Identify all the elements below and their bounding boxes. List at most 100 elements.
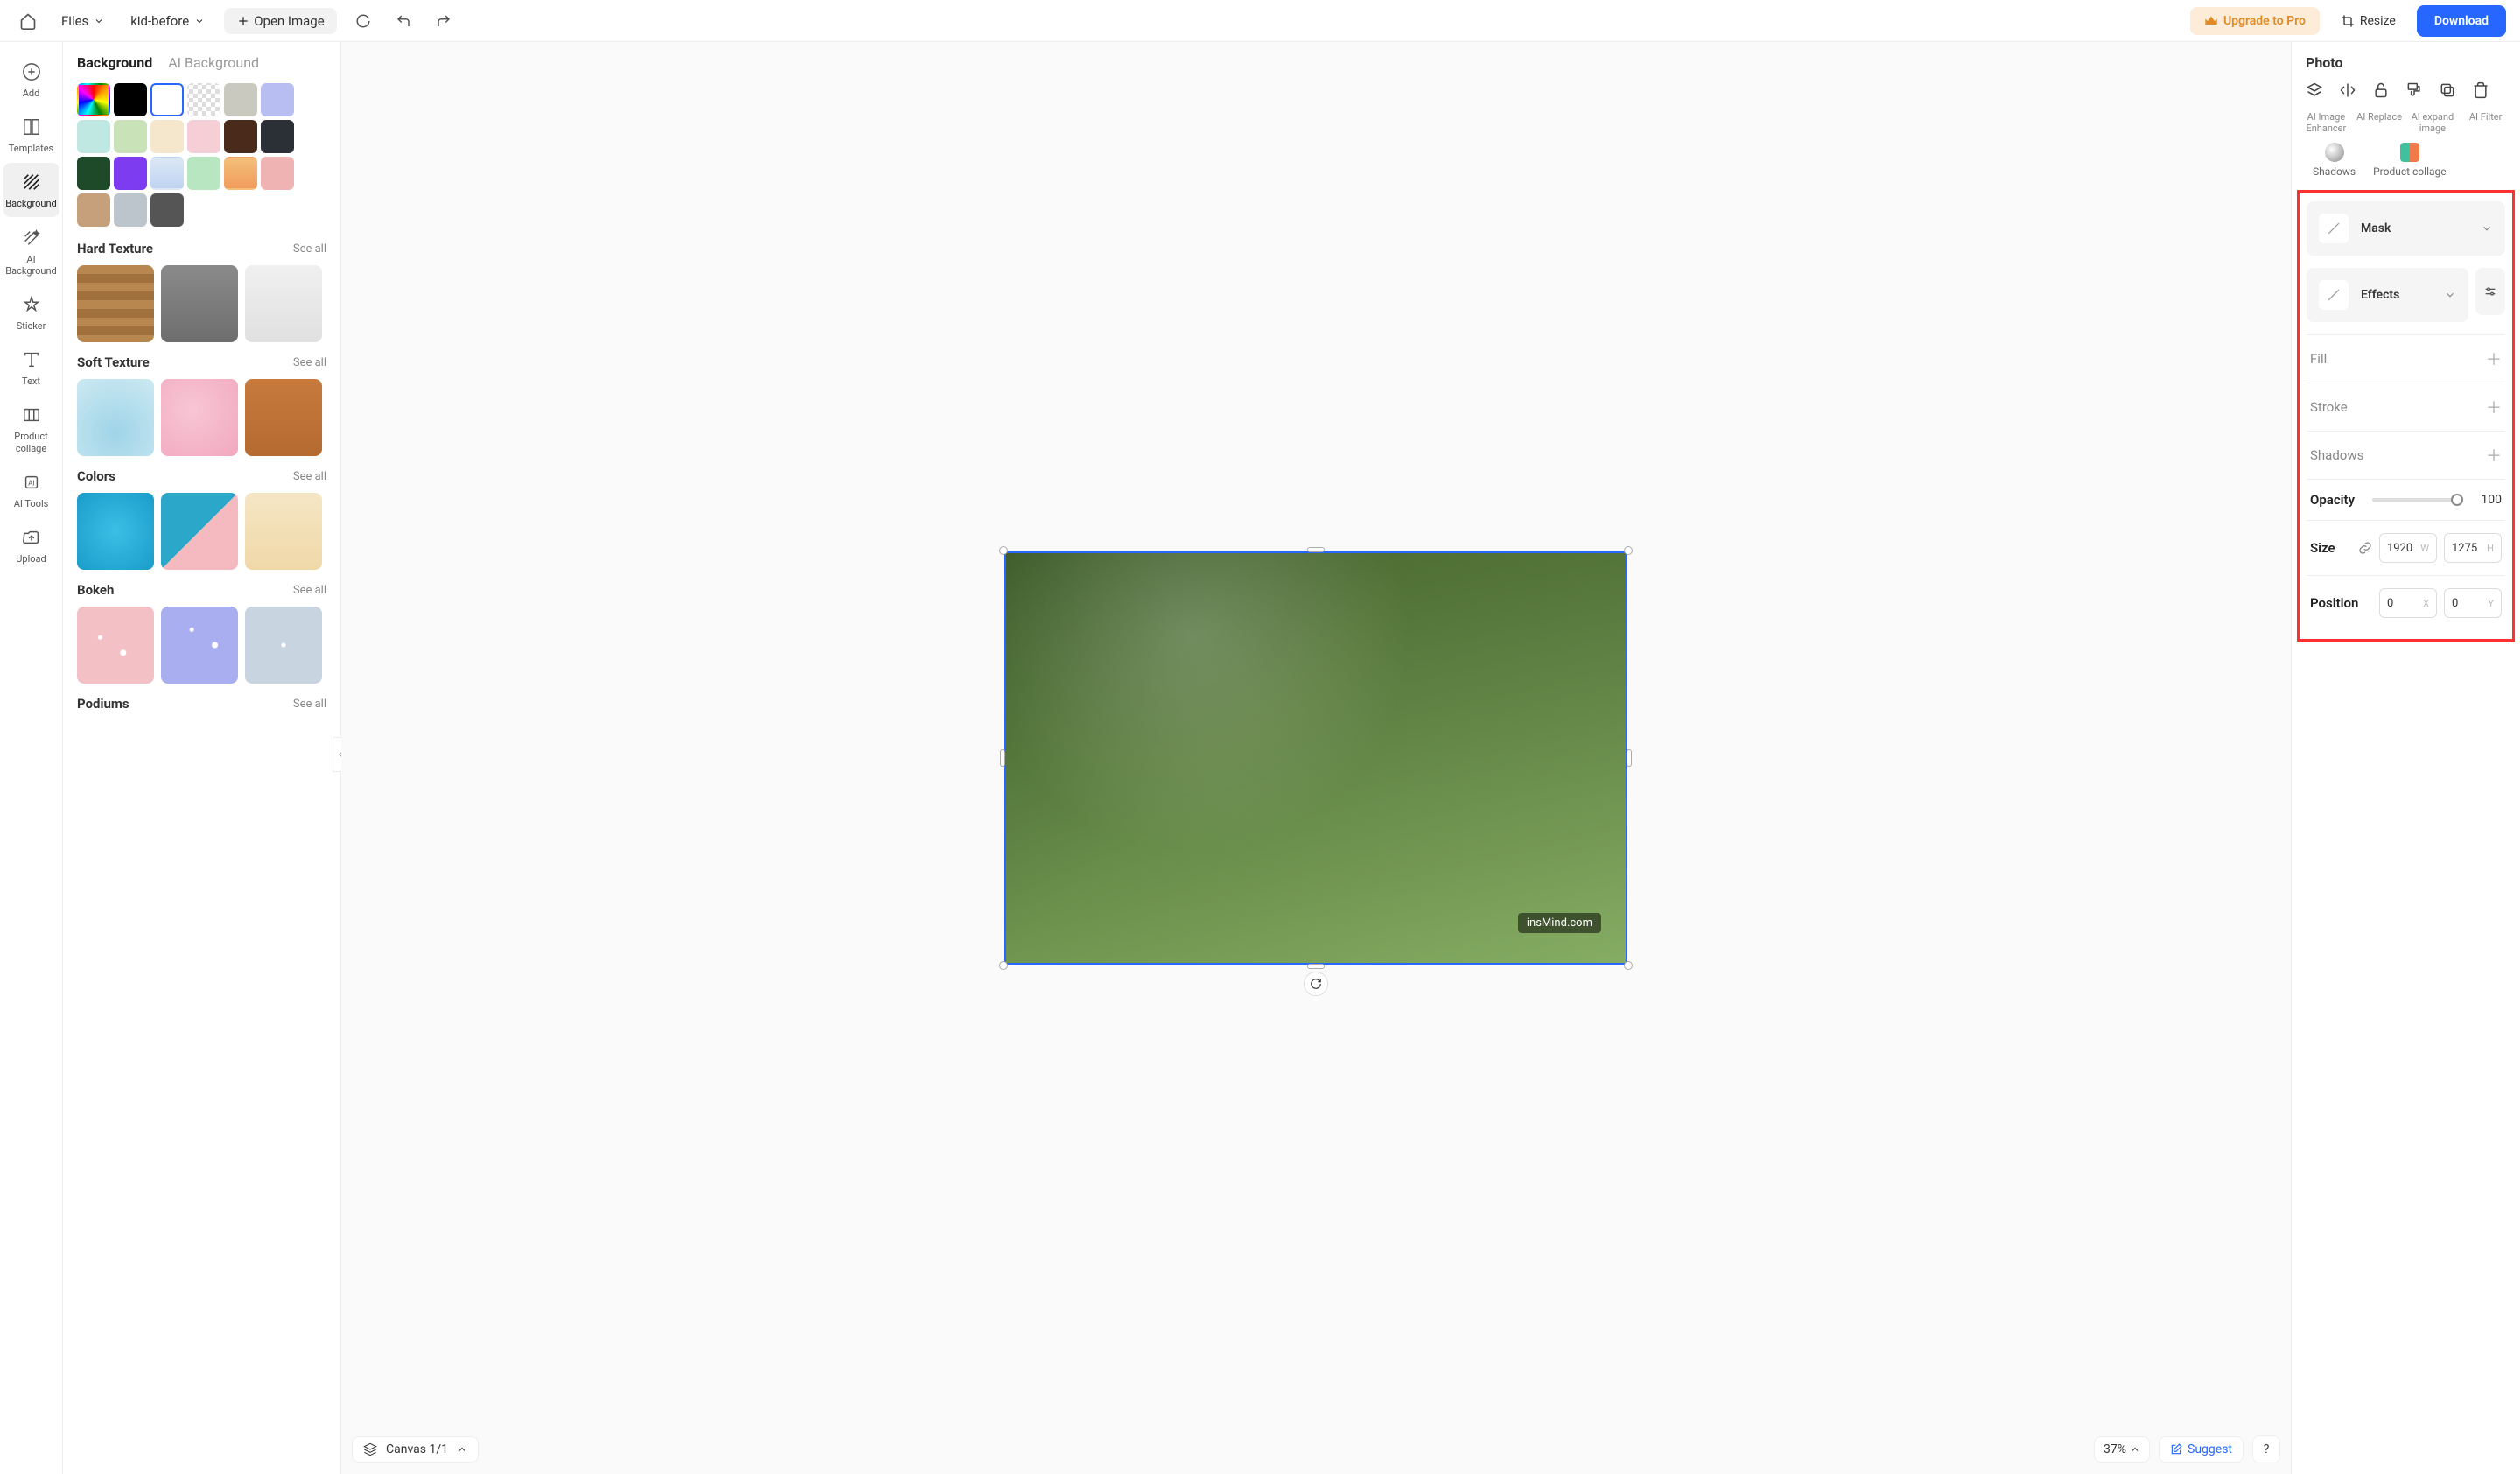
swatch[interactable] <box>114 193 147 227</box>
y-input[interactable]: 0Y <box>2444 588 2502 618</box>
resize-handle[interactable] <box>1000 749 1005 767</box>
width-input[interactable]: 1920W <box>2379 533 2437 563</box>
swatch[interactable] <box>261 120 294 153</box>
swatch[interactable] <box>224 157 257 190</box>
see-all-soft-texture[interactable]: See all <box>293 356 326 369</box>
resize-handle[interactable] <box>1307 964 1325 969</box>
swatch[interactable] <box>114 157 147 190</box>
texture-thumb[interactable] <box>245 379 322 456</box>
swatch-rainbow[interactable] <box>77 83 110 116</box>
color-thumb[interactable] <box>245 493 322 570</box>
sidebar-item-product-collage[interactable]: Product collage <box>4 396 60 460</box>
see-all-hard-texture[interactable]: See all <box>293 242 326 256</box>
canvas-image[interactable]: insMind.com <box>1004 551 1628 965</box>
effects-row[interactable]: Effects <box>2306 268 2468 322</box>
sync-icon[interactable] <box>349 7 377 35</box>
resize-button[interactable]: Resize <box>2330 7 2406 35</box>
sidebar-item-sticker[interactable]: Sticker <box>4 285 60 339</box>
swatch[interactable] <box>224 83 257 116</box>
sidebar-item-upload[interactable]: Upload <box>4 518 60 572</box>
resize-handle[interactable] <box>999 546 1008 555</box>
see-all-podiums[interactable]: See all <box>293 698 326 711</box>
swatch[interactable] <box>261 157 294 190</box>
swatch-black[interactable] <box>114 83 147 116</box>
files-dropdown[interactable]: Files <box>54 10 111 32</box>
sub-tool-shadows[interactable]: Shadows <box>2313 143 2356 178</box>
sidebar-item-text[interactable]: Text <box>4 340 60 394</box>
chevron-down-icon <box>94 16 104 26</box>
paint-icon[interactable] <box>2405 81 2426 102</box>
texture-thumb[interactable] <box>77 265 154 342</box>
texture-thumb[interactable] <box>161 265 238 342</box>
zoom-control[interactable]: 37% <box>2094 1436 2150 1463</box>
add-stroke-button[interactable]: ＋ <box>2486 396 2502 418</box>
sidebar-item-templates[interactable]: Templates <box>4 108 60 161</box>
upgrade-button[interactable]: Upgrade to Pro <box>2190 7 2320 35</box>
canvas-indicator[interactable]: Canvas 1/1 <box>352 1436 479 1463</box>
resize-handle[interactable] <box>999 961 1008 970</box>
bokeh-thumb[interactable] <box>161 607 238 684</box>
mask-row[interactable]: Mask <box>2306 201 2505 256</box>
sidebar-item-add[interactable]: Add <box>4 53 60 106</box>
bokeh-thumb[interactable] <box>77 607 154 684</box>
ai-tool-replace[interactable]: AI Replace <box>2356 111 2404 134</box>
texture-thumb[interactable] <box>77 379 154 456</box>
swatch[interactable] <box>77 193 110 227</box>
height-input[interactable]: 1275H <box>2444 533 2502 563</box>
open-image-button[interactable]: Open Image <box>224 8 336 34</box>
home-icon[interactable] <box>14 7 42 35</box>
opacity-slider[interactable] <box>2372 498 2463 502</box>
rotate-handle[interactable] <box>1304 972 1328 996</box>
texture-thumb[interactable] <box>161 379 238 456</box>
ai-tool-enhancer[interactable]: AI Image Enhancer <box>2302 111 2350 134</box>
swatch[interactable] <box>77 157 110 190</box>
tab-ai-background[interactable]: AI Background <box>168 54 259 71</box>
swatch[interactable] <box>150 157 184 190</box>
effects-settings-button[interactable] <box>2475 268 2505 315</box>
swatch[interactable] <box>77 120 110 153</box>
download-button[interactable]: Download <box>2417 5 2506 37</box>
tab-background[interactable]: Background <box>77 54 152 71</box>
filename-dropdown[interactable]: kid-before <box>123 10 212 32</box>
duplicate-icon[interactable] <box>2439 81 2460 102</box>
help-button[interactable]: ? <box>2252 1435 2280 1463</box>
x-input[interactable]: 0X <box>2379 588 2437 618</box>
suggest-button[interactable]: Suggest <box>2159 1436 2244 1463</box>
ai-tool-expand[interactable]: AI expand image <box>2409 111 2457 134</box>
resize-handle[interactable] <box>1307 547 1325 552</box>
swatch-white[interactable] <box>150 83 184 116</box>
add-shadow-button[interactable]: ＋ <box>2486 444 2502 467</box>
swatch[interactable] <box>187 120 220 153</box>
swatch[interactable] <box>150 193 184 227</box>
sidebar-item-background[interactable]: Background <box>4 163 60 216</box>
see-all-colors[interactable]: See all <box>293 470 326 483</box>
trash-icon[interactable] <box>2472 81 2493 102</box>
see-all-bokeh[interactable]: See all <box>293 584 326 597</box>
lock-icon[interactable] <box>2372 81 2393 102</box>
redo-icon[interactable] <box>430 7 458 35</box>
color-thumb[interactable] <box>161 493 238 570</box>
resize-handle[interactable] <box>1624 546 1633 555</box>
swatch[interactable] <box>261 83 294 116</box>
sidebar-item-ai-background[interactable]: AI Background <box>4 219 60 284</box>
flip-icon[interactable] <box>2339 81 2360 102</box>
swatch[interactable] <box>187 157 220 190</box>
swatch[interactable] <box>114 120 147 153</box>
resize-handle[interactable] <box>1624 961 1633 970</box>
bokeh-thumb[interactable] <box>245 607 322 684</box>
background-panel: Background AI Background <box>63 42 341 1474</box>
resize-handle[interactable] <box>1627 749 1632 767</box>
icon-sidebar: Add Templates Background AI Background S… <box>0 42 63 1474</box>
ai-tool-filter[interactable]: AI Filter <box>2461 111 2510 134</box>
sub-tool-product-collage[interactable]: Product collage <box>2373 143 2446 178</box>
color-thumb[interactable] <box>77 493 154 570</box>
swatch[interactable] <box>224 120 257 153</box>
layers-icon[interactable] <box>2306 81 2327 102</box>
sidebar-item-ai-tools[interactable]: AI AI Tools <box>4 463 60 516</box>
swatch-transparent[interactable] <box>187 83 220 116</box>
add-fill-button[interactable]: ＋ <box>2486 347 2502 370</box>
link-icon[interactable] <box>2358 541 2372 555</box>
texture-thumb[interactable] <box>245 265 322 342</box>
swatch[interactable] <box>150 120 184 153</box>
undo-icon[interactable] <box>389 7 417 35</box>
